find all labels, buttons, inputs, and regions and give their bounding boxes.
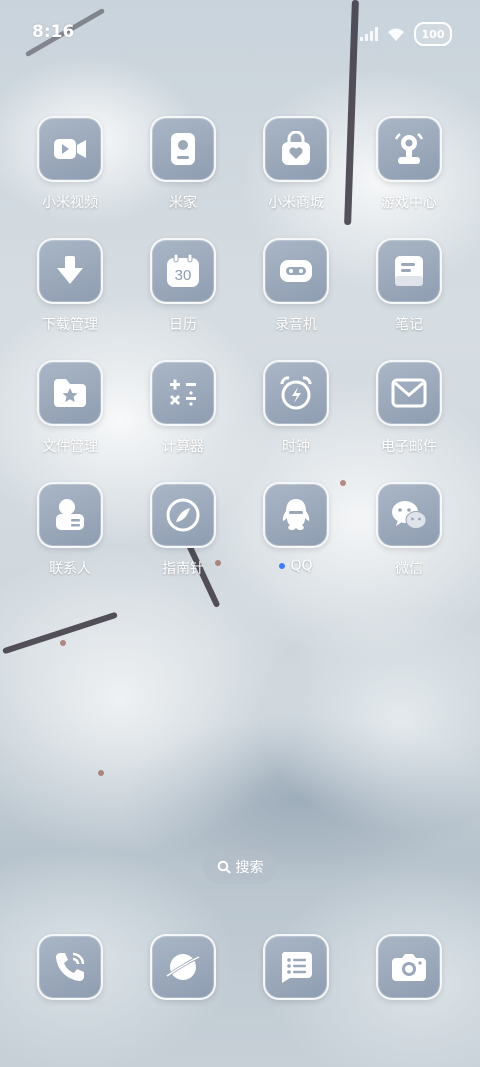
app-mi-video[interactable]: 小米视频 — [15, 116, 125, 212]
dock-camera[interactable] — [354, 934, 464, 1000]
app-compass[interactable]: 指南针 — [128, 482, 238, 578]
app-label: 时钟 — [282, 439, 310, 455]
recorder-icon — [263, 238, 329, 304]
app-label: 文件管理 — [42, 439, 98, 455]
status-icons: 100 — [360, 22, 452, 46]
envelope-icon — [376, 360, 442, 426]
notes-icon — [376, 238, 442, 304]
browser-planet-icon — [150, 934, 216, 1000]
shopping-bag-icon — [263, 116, 329, 182]
app-label: 下载管理 — [42, 317, 98, 333]
app-downloads[interactable]: 下载管理 — [15, 238, 125, 334]
calendar-date: 30 — [175, 267, 192, 284]
app-qq[interactable]: QQ — [241, 482, 351, 574]
app-label: 小米视频 — [42, 195, 98, 211]
app-label: 日历 — [169, 317, 197, 333]
game-center-icon — [376, 116, 442, 182]
video-camera-icon — [37, 116, 103, 182]
signal-icon — [360, 27, 378, 41]
app-label: 米家 — [169, 195, 197, 211]
status-bar: 8:16 100 — [0, 0, 480, 64]
message-list-icon — [263, 934, 329, 1000]
download-arrow-icon — [37, 238, 103, 304]
app-mi-store[interactable]: 小米商城 — [241, 116, 351, 212]
app-label: 指南针 — [162, 561, 204, 577]
app-wechat[interactable]: 微信 — [354, 482, 464, 578]
status-time: 8:16 — [32, 22, 75, 42]
camera-icon — [376, 934, 442, 1000]
app-mijia[interactable]: 米家 — [128, 116, 238, 212]
phone-icon — [37, 934, 103, 1000]
app-label: 计算器 — [162, 439, 204, 455]
app-label: 笔记 — [395, 317, 423, 333]
contact-card-icon — [37, 482, 103, 548]
home-device-icon — [150, 116, 216, 182]
app-label: 小米商城 — [268, 195, 324, 211]
app-clock[interactable]: 时钟 — [241, 360, 351, 456]
battery-level: 100 — [421, 27, 445, 41]
app-calculator[interactable]: 计算器 — [128, 360, 238, 456]
battery-icon: 100 — [414, 22, 452, 46]
new-indicator-dot — [279, 563, 286, 569]
wallpaper-bud — [98, 770, 104, 776]
wechat-icon — [376, 482, 442, 548]
app-email[interactable]: 电子邮件 — [354, 360, 464, 456]
app-label: 电子邮件 — [381, 439, 437, 455]
search-button[interactable]: 搜索 — [203, 850, 277, 884]
alarm-clock-icon — [263, 360, 329, 426]
dock-phone[interactable] — [15, 934, 125, 1000]
wifi-icon — [388, 28, 404, 41]
compass-icon — [150, 482, 216, 548]
qq-penguin-icon — [263, 482, 329, 548]
search-icon — [217, 860, 231, 874]
app-label: QQ — [290, 558, 313, 574]
app-calendar[interactable]: 30 日历 — [128, 238, 238, 334]
app-label: 录音机 — [275, 317, 317, 333]
search-label: 搜索 — [235, 860, 264, 876]
app-recorder[interactable]: 录音机 — [241, 238, 351, 334]
app-label: 微信 — [395, 561, 423, 577]
wallpaper-bud — [60, 640, 66, 646]
app-contacts[interactable]: 联系人 — [15, 482, 125, 578]
dock-messages[interactable] — [241, 934, 351, 1000]
dock-browser[interactable] — [128, 934, 238, 1000]
folder-star-icon — [37, 360, 103, 426]
calendar-icon: 30 — [150, 238, 216, 304]
app-game-center[interactable]: 游戏中心 — [354, 116, 464, 212]
app-notes[interactable]: 笔记 — [354, 238, 464, 334]
app-label: 联系人 — [49, 561, 91, 577]
app-file-manager[interactable]: 文件管理 — [15, 360, 125, 456]
app-label: 游戏中心 — [381, 195, 437, 211]
wallpaper-branch — [2, 611, 118, 655]
calculator-icon — [150, 360, 216, 426]
